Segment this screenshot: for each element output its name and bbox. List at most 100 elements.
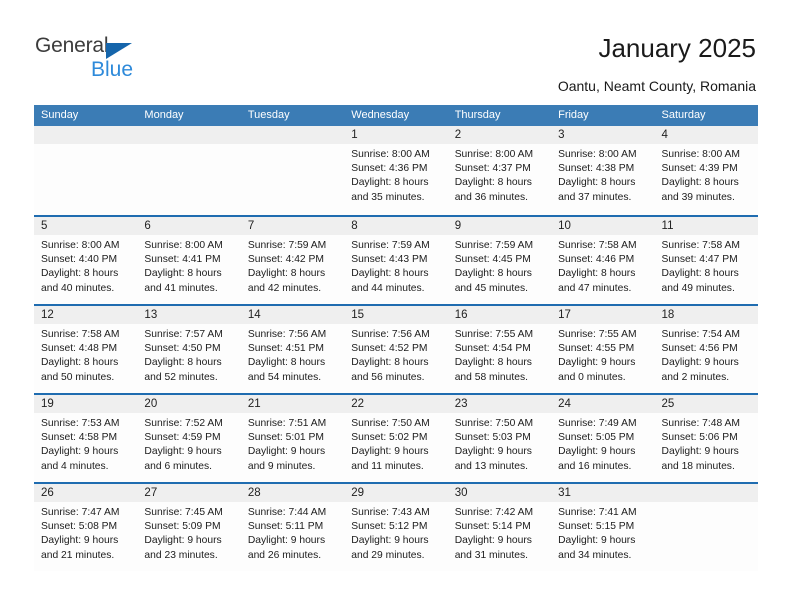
sunset-time: Sunset: 5:14 PM (454, 521, 531, 533)
day-cell[interactable]: 14 Sunrise: 7:56 AM Sunset: 4:51 PM Dayligh… (240, 306, 345, 393)
day-cell[interactable]: 10 Sunrise: 7:58 AM Sunset: 4:46 PM Dayligh… (551, 217, 655, 304)
day-cell[interactable]: 31 Sunrise: 7:41 AM Sunset: 5:15 PM Dayligh… (551, 484, 655, 571)
day-number: 15 (351, 309, 365, 321)
day-of-week-header-monday: Monday (144, 109, 184, 121)
day-cell[interactable]: 23 Sunrise: 7:50 AM Sunset: 5:03 PM Dayligh… (447, 395, 552, 482)
day-cell[interactable]: 2 Sunrise: 8:00 AM Sunset: 4:37 PM Daylight… (447, 126, 552, 215)
sunrise-time: Sunrise: 7:58 AM (558, 240, 637, 251)
calendar-page: General Blue January 2025 Oantu, Neamt C… (0, 0, 792, 612)
day-details: Sunrise: 7:58 AM Sunset: 4:47 PM Daylight:… (655, 235, 758, 296)
sunrise-time: Sunrise: 7:47 AM (41, 507, 120, 518)
day-number-strip: 16 (447, 306, 552, 324)
day-number: 2 (454, 129, 462, 141)
day-number-strip: 11 (654, 217, 758, 235)
day-cell[interactable]: 24 Sunrise: 7:49 AM Sunset: 5:05 PM Dayligh… (551, 395, 655, 482)
day-cell-empty (654, 484, 758, 571)
day-number-strip: 14 (240, 306, 345, 324)
day-cell[interactable]: 28 Sunrise: 7:44 AM Sunset: 5:11 PM Dayligh… (240, 484, 345, 571)
day-number: 5 (41, 220, 48, 232)
day-cell[interactable]: 11 Sunrise: 7:58 AM Sunset: 4:47 PM Dayligh… (654, 217, 758, 304)
sunset-time: Sunset: 5:02 PM (351, 432, 428, 444)
day-number: 14 (247, 309, 261, 321)
day-details: Sunrise: 8:00 AM Sunset: 4:40 PM Daylight:… (34, 235, 137, 296)
day-cell[interactable]: 8 Sunrise: 7:59 AM Sunset: 4:43 PM Daylight… (344, 217, 448, 304)
daylight-hours: Daylight: 9 hours (454, 446, 532, 458)
day-number: 30 (454, 487, 468, 499)
day-cell[interactable]: 29 Sunrise: 7:43 AM Sunset: 5:12 PM Dayligh… (344, 484, 448, 571)
daylight-hours: Daylight: 9 hours (144, 446, 222, 458)
day-cell[interactable]: 20 Sunrise: 7:52 AM Sunset: 4:59 PM Dayligh… (137, 395, 241, 482)
day-cell[interactable]: 5 Sunrise: 8:00 AM Sunset: 4:40 PM Daylight… (34, 217, 138, 304)
day-cell[interactable]: 19 Sunrise: 7:53 AM Sunset: 4:58 PM Dayligh… (34, 395, 138, 482)
day-of-week-header-sunday: Sunday (41, 109, 79, 121)
sunrise-time: Sunrise: 7:57 AM (144, 329, 223, 340)
day-number-strip (654, 484, 758, 502)
day-number: 7 (247, 220, 255, 232)
day-number: 16 (454, 309, 468, 321)
sunrise-time: Sunrise: 7:45 AM (144, 507, 223, 518)
day-details: Sunrise: 8:00 AM Sunset: 4:36 PM Daylight:… (344, 144, 447, 205)
day-cell[interactable]: 13 Sunrise: 7:57 AM Sunset: 4:50 PM Dayligh… (137, 306, 241, 393)
sunset-time: Sunset: 5:01 PM (247, 432, 324, 444)
page-title: January 2025 (598, 33, 756, 63)
daylight-minutes: and 2 minutes. (661, 371, 730, 383)
sunset-time: Sunset: 4:52 PM (351, 343, 428, 355)
day-cell[interactable]: 1 Sunrise: 8:00 AM Sunset: 4:36 PM Daylight… (344, 126, 448, 215)
day-details: Sunrise: 7:48 AM Sunset: 5:06 PM Daylight:… (655, 413, 758, 474)
day-cell[interactable]: 12 Sunrise: 7:58 AM Sunset: 4:48 PM Dayligh… (34, 306, 138, 393)
day-cell[interactable]: 25 Sunrise: 7:48 AM Sunset: 5:06 PM Dayligh… (654, 395, 758, 482)
sunset-time: Sunset: 4:41 PM (144, 254, 221, 266)
daylight-minutes: and 40 minutes. (41, 282, 115, 294)
day-number-strip: 21 (240, 395, 345, 413)
day-cell-empty (137, 126, 241, 215)
daylight-hours: Daylight: 8 hours (661, 177, 739, 189)
day-cell[interactable]: 22 Sunrise: 7:50 AM Sunset: 5:02 PM Dayligh… (344, 395, 448, 482)
day-cell[interactable]: 9 Sunrise: 7:59 AM Sunset: 4:45 PM Daylight… (447, 217, 552, 304)
daylight-hours: Daylight: 8 hours (661, 268, 739, 280)
day-cell[interactable]: 6 Sunrise: 8:00 AM Sunset: 4:41 PM Daylight… (137, 217, 241, 304)
day-details: Sunrise: 7:50 AM Sunset: 5:03 PM Daylight:… (448, 413, 551, 474)
day-details: Sunrise: 8:00 AM Sunset: 4:37 PM Daylight:… (448, 144, 551, 205)
day-number-strip: 19 (34, 395, 138, 413)
day-details: Sunrise: 7:57 AM Sunset: 4:50 PM Daylight:… (137, 324, 240, 385)
day-cell[interactable]: 21 Sunrise: 7:51 AM Sunset: 5:01 PM Dayligh… (240, 395, 345, 482)
day-details: Sunrise: 7:42 AM Sunset: 5:14 PM Daylight:… (448, 502, 551, 563)
day-details: Sunrise: 7:47 AM Sunset: 5:08 PM Daylight:… (34, 502, 137, 563)
daylight-hours: Daylight: 9 hours (351, 446, 429, 458)
day-of-week-header-friday: Friday (558, 109, 589, 121)
day-cell[interactable]: 30 Sunrise: 7:42 AM Sunset: 5:14 PM Dayligh… (447, 484, 552, 571)
day-number-strip: 27 (137, 484, 241, 502)
day-of-week-header-saturday: Saturday (661, 109, 706, 121)
logo-text-general: General (35, 34, 109, 57)
day-cell[interactable]: 17 Sunrise: 7:55 AM Sunset: 4:55 PM Dayligh… (551, 306, 655, 393)
sunset-time: Sunset: 4:54 PM (454, 343, 531, 355)
day-cell[interactable]: 7 Sunrise: 7:59 AM Sunset: 4:42 PM Daylight… (240, 217, 345, 304)
day-details: Sunrise: 8:00 AM Sunset: 4:39 PM Daylight:… (655, 144, 758, 205)
day-number-strip: 20 (137, 395, 241, 413)
day-cell[interactable]: 4 Sunrise: 8:00 AM Sunset: 4:39 PM Daylight… (654, 126, 758, 215)
sunset-time: Sunset: 5:03 PM (454, 432, 531, 444)
sunrise-time: Sunrise: 7:58 AM (661, 240, 740, 251)
day-cell[interactable]: 26 Sunrise: 7:47 AM Sunset: 5:08 PM Dayligh… (34, 484, 138, 571)
day-cell[interactable]: 16 Sunrise: 7:55 AM Sunset: 4:54 PM Dayligh… (447, 306, 552, 393)
daylight-minutes: and 44 minutes. (351, 282, 425, 294)
day-number-strip: 4 (654, 126, 758, 144)
day-number: 29 (351, 487, 365, 499)
sunrise-time: Sunrise: 7:49 AM (558, 418, 637, 429)
sunrise-time: Sunrise: 7:59 AM (351, 240, 430, 251)
day-cell[interactable]: 3 Sunrise: 8:00 AM Sunset: 4:38 PM Daylight… (551, 126, 655, 215)
day-details: Sunrise: 7:41 AM Sunset: 5:15 PM Daylight:… (551, 502, 654, 563)
daylight-hours: Daylight: 8 hours (558, 268, 636, 280)
sunset-time: Sunset: 4:48 PM (41, 343, 118, 355)
sunrise-time: Sunrise: 8:00 AM (661, 149, 740, 160)
daylight-minutes: and 45 minutes. (454, 282, 528, 294)
general-blue-logo[interactable]: General Blue (35, 34, 235, 86)
day-cell[interactable]: 15 Sunrise: 7:56 AM Sunset: 4:52 PM Dayligh… (344, 306, 448, 393)
day-cell[interactable]: 18 Sunrise: 7:54 AM Sunset: 4:56 PM Dayligh… (654, 306, 758, 393)
page-header: General Blue January 2025 Oantu, Neamt C… (0, 0, 792, 104)
sunrise-time: Sunrise: 7:41 AM (558, 507, 637, 518)
day-number-strip: 9 (447, 217, 552, 235)
day-cell[interactable]: 27 Sunrise: 7:45 AM Sunset: 5:09 PM Dayligh… (137, 484, 241, 571)
daylight-hours: Daylight: 8 hours (144, 357, 222, 369)
day-number: 31 (558, 487, 571, 499)
